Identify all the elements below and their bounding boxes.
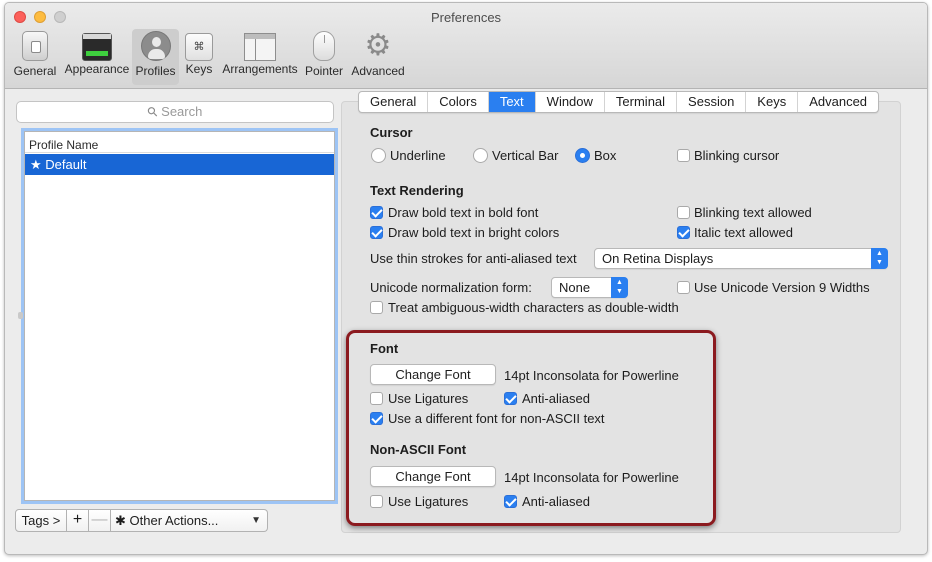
- tab-window[interactable]: Window: [536, 92, 605, 112]
- search-input[interactable]: ⚲Search: [16, 101, 334, 123]
- profiles-icon: [140, 31, 171, 61]
- add-profile-button[interactable]: +: [67, 509, 89, 532]
- toolbar-appearance-label: Appearance: [64, 62, 130, 76]
- stepper-arrows-icon: ▲ ▼: [611, 277, 628, 298]
- tab-advanced[interactable]: Advanced: [798, 92, 878, 112]
- italic-text-label[interactable]: Italic text allowed: [694, 225, 793, 240]
- profile-list-actions: Tags > + — ✱ Other Actions... ▼: [15, 509, 268, 532]
- ambiguous-width-label[interactable]: Treat ambiguous-width characters as doub…: [388, 300, 679, 315]
- unicode-normalization-value: None: [559, 280, 591, 295]
- thin-strokes-value: On Retina Displays: [602, 251, 714, 266]
- toolbar-keys[interactable]: ⌘ Keys: [181, 29, 217, 85]
- tab-keys[interactable]: Keys: [746, 92, 799, 112]
- cursor-vertical-bar-radio[interactable]: [473, 148, 488, 163]
- ambiguous-width-checkbox[interactable]: [370, 301, 383, 314]
- text-rendering-section-title: Text Rendering: [370, 183, 464, 198]
- unicode-normalization-label: Unicode normalization form:: [370, 280, 532, 295]
- toolbar-arrangements[interactable]: Arrangements: [221, 29, 299, 85]
- arrangements-icon: [244, 33, 276, 61]
- bright-colors-checkbox[interactable]: [370, 226, 383, 239]
- gear-icon: ✱: [115, 513, 126, 528]
- unicode-v9-label[interactable]: Use Unicode Version 9 Widths: [694, 280, 870, 295]
- remove-profile-button[interactable]: —: [89, 509, 111, 532]
- bold-font-checkbox[interactable]: [370, 206, 383, 219]
- cursor-underline-label[interactable]: Underline: [390, 148, 446, 163]
- blinking-cursor-checkbox[interactable]: [677, 149, 690, 162]
- general-icon: [22, 31, 48, 61]
- bold-font-label[interactable]: Draw bold text in bold font: [388, 205, 538, 220]
- other-actions-label: Other Actions...: [129, 513, 219, 528]
- chevron-down-icon: ▼: [251, 515, 261, 526]
- cursor-box-radio[interactable]: [575, 148, 590, 163]
- toolbar-advanced[interactable]: ⚙ Advanced: [349, 29, 407, 85]
- unicode-normalization-select[interactable]: None ▲ ▼: [551, 277, 628, 298]
- toolbar-appearance[interactable]: Appearance: [62, 29, 132, 85]
- cursor-box-label[interactable]: Box: [594, 148, 616, 163]
- thin-strokes-select[interactable]: On Retina Displays ▲ ▼: [594, 248, 888, 269]
- cursor-vertical-bar-label[interactable]: Vertical Bar: [492, 148, 558, 163]
- bright-colors-label[interactable]: Draw bold text in bright colors: [388, 225, 559, 240]
- cursor-underline-radio[interactable]: [371, 148, 386, 163]
- window-title: Preferences: [430, 10, 502, 25]
- profile-list[interactable]: Profile Name ★ Default: [24, 131, 335, 501]
- toolbar-arrangements-label: Arrangements: [222, 62, 298, 76]
- keys-icon: ⌘: [185, 33, 213, 61]
- tab-colors[interactable]: Colors: [428, 92, 489, 112]
- blinking-text-checkbox[interactable]: [677, 206, 690, 219]
- toolbar-pointer-label: Pointer: [304, 64, 344, 78]
- tab-text[interactable]: Text: [488, 92, 536, 112]
- tab-terminal[interactable]: Terminal: [605, 92, 678, 112]
- toolbar-general[interactable]: General: [9, 29, 61, 85]
- unicode-v9-checkbox[interactable]: [677, 281, 690, 294]
- stepper-arrows-icon: ▲ ▼: [871, 248, 888, 269]
- toolbar-general-label: General: [13, 64, 57, 78]
- profile-name-column-header[interactable]: Profile Name: [25, 132, 334, 153]
- profile-tabs: General Colors Text Window Terminal Sess…: [358, 91, 880, 113]
- toolbar-advanced-label: Advanced: [351, 64, 405, 78]
- tags-button[interactable]: Tags >: [15, 509, 67, 532]
- split-view-handle[interactable]: [18, 312, 23, 319]
- cursor-section-title: Cursor: [370, 125, 413, 140]
- pointer-icon: [313, 31, 335, 61]
- other-actions-menu[interactable]: ✱ Other Actions... ▼: [111, 509, 268, 532]
- search-placeholder: Search: [161, 104, 203, 119]
- blinking-cursor-label[interactable]: Blinking cursor: [694, 148, 779, 163]
- appearance-icon: [82, 33, 112, 61]
- toolbar-profiles[interactable]: Profiles: [132, 29, 179, 85]
- thin-strokes-label: Use thin strokes for anti-aliased text: [370, 251, 577, 266]
- toolbar-keys-label: Keys: [185, 62, 213, 76]
- tab-session[interactable]: Session: [677, 92, 747, 112]
- title-bar: Preferences General Appearance Profiles …: [5, 3, 927, 89]
- profile-row-default[interactable]: ★ Default: [25, 154, 334, 175]
- gear-icon: ⚙: [364, 29, 392, 62]
- toolbar-profiles-label: Profiles: [135, 64, 176, 78]
- tab-general[interactable]: General: [359, 92, 429, 112]
- toolbar-pointer[interactable]: Pointer: [301, 29, 347, 85]
- italic-text-checkbox[interactable]: [677, 226, 690, 239]
- search-icon: ⚲: [143, 102, 161, 121]
- font-settings-highlight: [346, 330, 716, 526]
- blinking-text-label[interactable]: Blinking text allowed: [694, 205, 812, 220]
